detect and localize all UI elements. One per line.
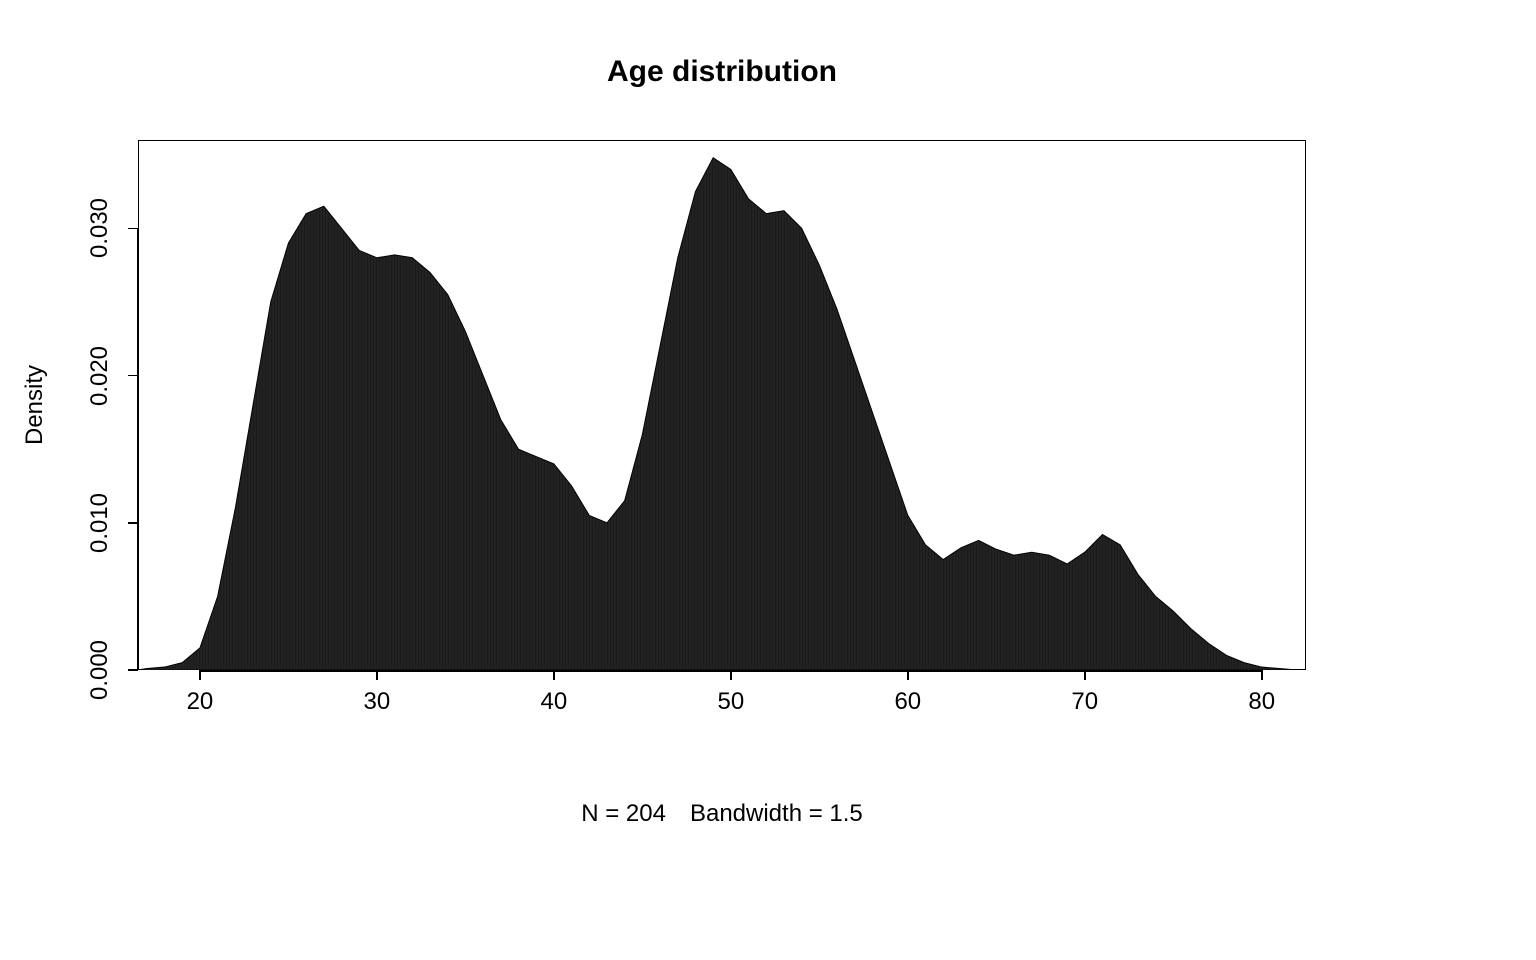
chart-title: Age distribution <box>138 55 1306 89</box>
y-tick-label: 0.020 <box>86 346 114 406</box>
y-tick-label: 0.030 <box>86 198 114 258</box>
y-axis-label: Density <box>20 140 50 670</box>
x-tick-label: 60 <box>894 688 921 716</box>
y-tick-label: 0.010 <box>86 493 114 553</box>
x-tick <box>1261 670 1263 680</box>
chart-container: Age distribution Density N = 204 Bandwid… <box>0 0 1536 960</box>
x-tick <box>1084 670 1086 680</box>
x-axis-label: N = 204 Bandwidth = 1.5 <box>138 800 1306 828</box>
x-tick <box>907 670 909 680</box>
density-plot-svg <box>138 140 1306 670</box>
x-tick-label: 40 <box>541 688 568 716</box>
x-tick-label: 70 <box>1071 688 1098 716</box>
x-tick-label: 50 <box>717 688 744 716</box>
x-axis-line <box>200 670 1262 672</box>
x-tick <box>730 670 732 680</box>
x-tick <box>376 670 378 680</box>
y-tick-label: 0.000 <box>86 640 114 700</box>
x-tick <box>199 670 201 680</box>
x-tick-label: 80 <box>1248 688 1275 716</box>
x-tick-label: 30 <box>364 688 391 716</box>
y-axis-label-text: Density <box>21 365 49 445</box>
x-tick <box>553 670 555 680</box>
y-axis-line <box>137 228 139 670</box>
x-tick-label: 20 <box>187 688 214 716</box>
